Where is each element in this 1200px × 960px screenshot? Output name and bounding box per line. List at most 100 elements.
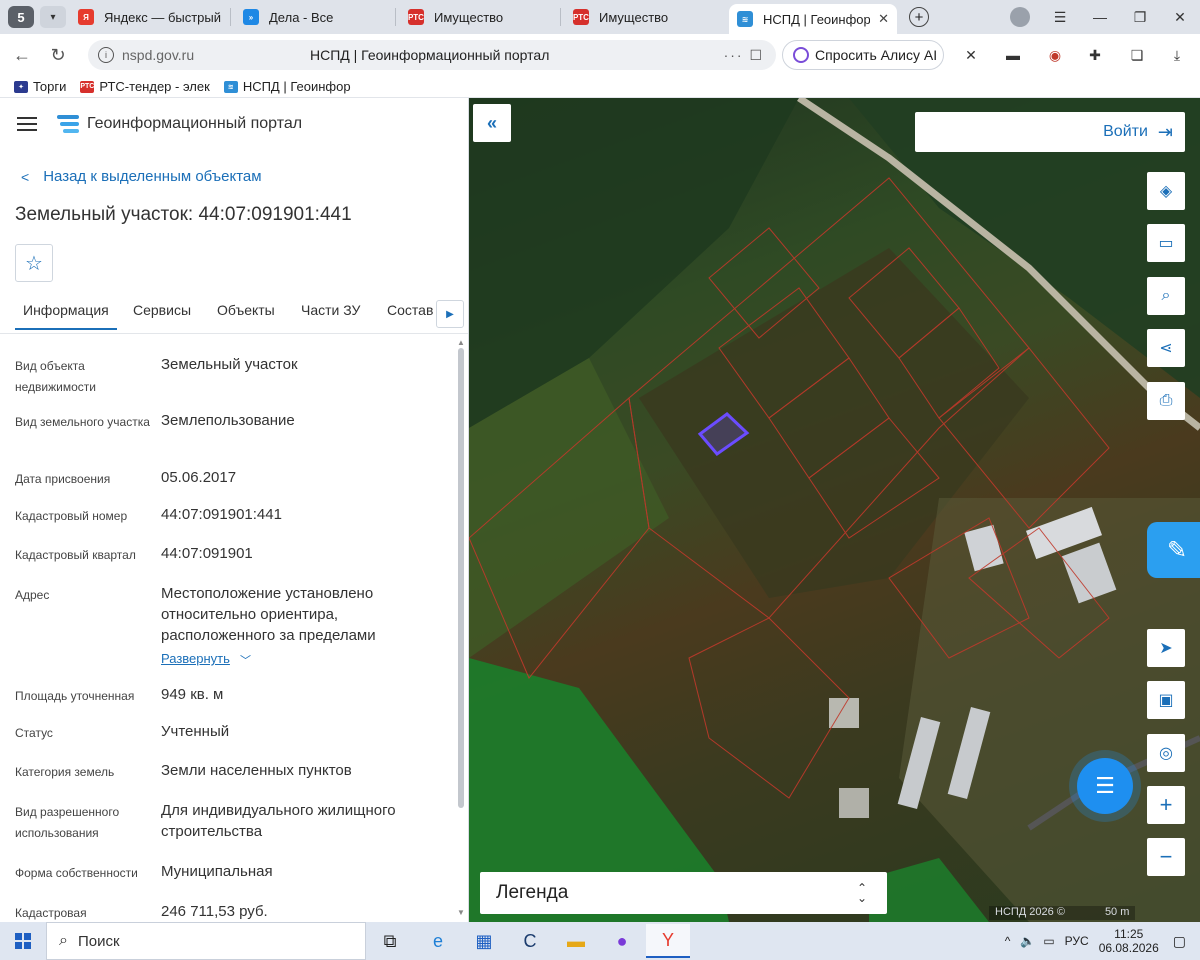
- layers-icon: ◈: [1159, 183, 1173, 200]
- minimize-icon[interactable]: —: [1080, 9, 1120, 25]
- minimap-button[interactable]: ▣: [1147, 681, 1185, 719]
- clock[interactable]: 11:25 06.08.2026: [1099, 927, 1159, 955]
- tab-services[interactable]: Сервисы: [133, 302, 191, 328]
- drop-app-icon[interactable]: ●: [600, 924, 644, 958]
- attribute-value: Муниципальная: [161, 863, 273, 880]
- omnibox[interactable]: i nspd.gov.ru НСПД | Геоинформационный п…: [88, 40, 776, 70]
- favorite-star-button[interactable]: ☆: [15, 244, 53, 282]
- share-button[interactable]: ⋖: [1147, 329, 1185, 367]
- side-panel-tab[interactable]: ✎: [1147, 522, 1200, 578]
- extension-icon[interactable]: ▬: [1004, 46, 1022, 64]
- taskbar-search[interactable]: ⌕ Поиск: [46, 922, 366, 960]
- attribute-key: Кадастровая: [15, 906, 87, 920]
- back-to-selected-link[interactable]: < Назад к выделенным объектам: [21, 168, 262, 185]
- yandex-browser-icon[interactable]: Y: [646, 924, 690, 958]
- attribute-key: Кадастровый квартал: [15, 548, 136, 562]
- attribute-value: Для индивидуального жилищного строительс…: [161, 802, 396, 840]
- bookmark-item[interactable]: ≋ НСПД | Геоинфор: [223, 79, 351, 94]
- attribute-value: Учтенный: [161, 723, 230, 740]
- tab-objects[interactable]: Объекты: [217, 302, 275, 328]
- panel-scrollbar[interactable]: ▲ ▼: [456, 338, 466, 920]
- tab-parts[interactable]: Части ЗУ: [301, 302, 360, 328]
- legend-dropdown[interactable]: Легенда ⌃ ⌄: [480, 872, 887, 914]
- close-window-icon[interactable]: ✕: [1160, 9, 1200, 26]
- gps-button[interactable]: ◎: [1147, 734, 1185, 772]
- restore-icon[interactable]: ❐: [1120, 9, 1160, 26]
- download-icon[interactable]: ⤓: [1168, 46, 1186, 64]
- login-button[interactable]: Войти ⇥: [915, 112, 1185, 152]
- file-explorer-icon[interactable]: ▬: [554, 924, 598, 958]
- browser-tab[interactable]: » Дела - Все: [235, 3, 395, 31]
- tabs-menu-chevron-icon[interactable]: ▾: [40, 6, 66, 28]
- back-icon[interactable]: ←: [4, 45, 40, 66]
- rts-icon: РТС: [573, 9, 589, 25]
- bookmarks-bar: ✦ Торги РТС РТС-тендер - элек ≋ НСПД | Г…: [0, 76, 1200, 98]
- calculator-icon[interactable]: ▦: [462, 924, 506, 958]
- tab-composition[interactable]: Состав: [387, 302, 433, 328]
- task-view-icon[interactable]: ⧉: [368, 924, 412, 958]
- expand-address-link[interactable]: Развернуть: [161, 651, 230, 666]
- back-link-label: Назад к выделенным объектам: [43, 168, 262, 185]
- tray-chevron-icon[interactable]: ^: [1005, 934, 1011, 948]
- collapse-panel-button[interactable]: «: [473, 104, 511, 142]
- object-title: Земельный участок: 44:07:091901:441: [15, 204, 352, 225]
- zoom-in-icon: +: [1159, 792, 1173, 817]
- tab-information[interactable]: Информация: [15, 302, 117, 330]
- attribute-key: Категория земель: [15, 765, 115, 779]
- windows-start-icon[interactable]: [0, 922, 46, 960]
- zoom-in-button[interactable]: +: [1147, 786, 1185, 824]
- locate-button[interactable]: ➤: [1147, 629, 1185, 667]
- browser-tab[interactable]: РТС Имущество: [400, 3, 560, 31]
- bookmark-item[interactable]: РТС РТС-тендер - элек: [80, 79, 210, 94]
- scroll-down-icon[interactable]: ▼: [457, 908, 465, 917]
- bookmark-item[interactable]: ✦ Торги: [14, 79, 66, 94]
- browser-tab[interactable]: РТС Имущество: [565, 3, 725, 31]
- profile-avatar[interactable]: [1000, 7, 1040, 27]
- attribute-key: Вид земельного участка: [15, 415, 150, 429]
- search-icon: ⌕: [59, 932, 68, 949]
- reload-icon[interactable]: ↻: [40, 45, 76, 66]
- volume-muted-icon[interactable]: 🔈: [1020, 934, 1035, 948]
- ruler-button[interactable]: ▭: [1147, 224, 1185, 262]
- tab-label: Яндекс — быстрый по: [104, 9, 222, 25]
- layers-button[interactable]: ◈: [1147, 172, 1185, 210]
- browser-tab-active[interactable]: ≋ НСПД | Геоинформ ✕: [729, 4, 897, 34]
- scrollbar-thumb[interactable]: [458, 348, 464, 808]
- nspd-logo-icon: [57, 113, 79, 135]
- tabs-next-icon[interactable]: ▶: [436, 300, 464, 328]
- alice-ai-button[interactable]: Спросить Алису AI: [782, 40, 944, 70]
- notifications-icon[interactable]: ▢: [1173, 933, 1186, 950]
- page-actions-icons[interactable]: ··· ☐: [724, 47, 764, 64]
- new-tab-button[interactable]: +: [909, 7, 929, 27]
- extensions-puzzle-icon[interactable]: ✚: [1086, 46, 1104, 64]
- portal-header: Геоинформационный портал: [0, 98, 468, 150]
- extension-red-icon[interactable]: ◉: [1046, 46, 1064, 64]
- edge-icon[interactable]: e: [416, 924, 460, 958]
- chevron-down-icon[interactable]: ﹀: [240, 652, 251, 668]
- close-tab-icon[interactable]: ✕: [878, 11, 889, 27]
- eagle-icon: ✦: [14, 80, 28, 93]
- chat-assistant-button[interactable]: ☰: [1077, 758, 1133, 814]
- site-info-icon[interactable]: i: [98, 47, 114, 63]
- map-view[interactable]: « Войти ⇥ ◈ ▭ ⌕ ⋖ ⎙ ✎ ➤ ▣ ◎ + − ☰ Легенд…: [469, 98, 1200, 922]
- search-area-icon: ⌕: [1161, 287, 1171, 304]
- browser-menu-icon[interactable]: ☰: [1040, 9, 1080, 26]
- kontur-extension-icon[interactable]: ✕: [962, 46, 980, 64]
- browser-tab[interactable]: Я Яндекс — быстрый по: [70, 3, 230, 31]
- tab-count-badge[interactable]: 5: [8, 6, 34, 28]
- tab-separator: [395, 8, 396, 26]
- search-area-button[interactable]: ⌕: [1147, 277, 1185, 315]
- app-c-icon[interactable]: C: [508, 924, 552, 958]
- attribute-value: 949 кв. м: [161, 686, 224, 703]
- attribution-text: НСПД 2026 ©: [995, 906, 1065, 918]
- hamburger-menu-icon[interactable]: [17, 113, 37, 135]
- windows-taskbar: ⌕ Поиск ⧉ e ▦ C ▬ ● Y ^ 🔈 ▭ РУС 11:25 06…: [0, 922, 1200, 960]
- zoom-out-button[interactable]: −: [1147, 838, 1185, 876]
- scale-bar-label: 50 m: [1104, 906, 1130, 918]
- collections-icon[interactable]: ❏: [1128, 46, 1146, 64]
- scroll-up-icon[interactable]: ▲: [457, 338, 465, 347]
- print-button[interactable]: ⎙: [1147, 382, 1185, 420]
- attribute-key: Площадь уточненная: [15, 689, 135, 703]
- language-indicator[interactable]: РУС: [1065, 934, 1089, 948]
- network-icon[interactable]: ▭: [1043, 934, 1054, 948]
